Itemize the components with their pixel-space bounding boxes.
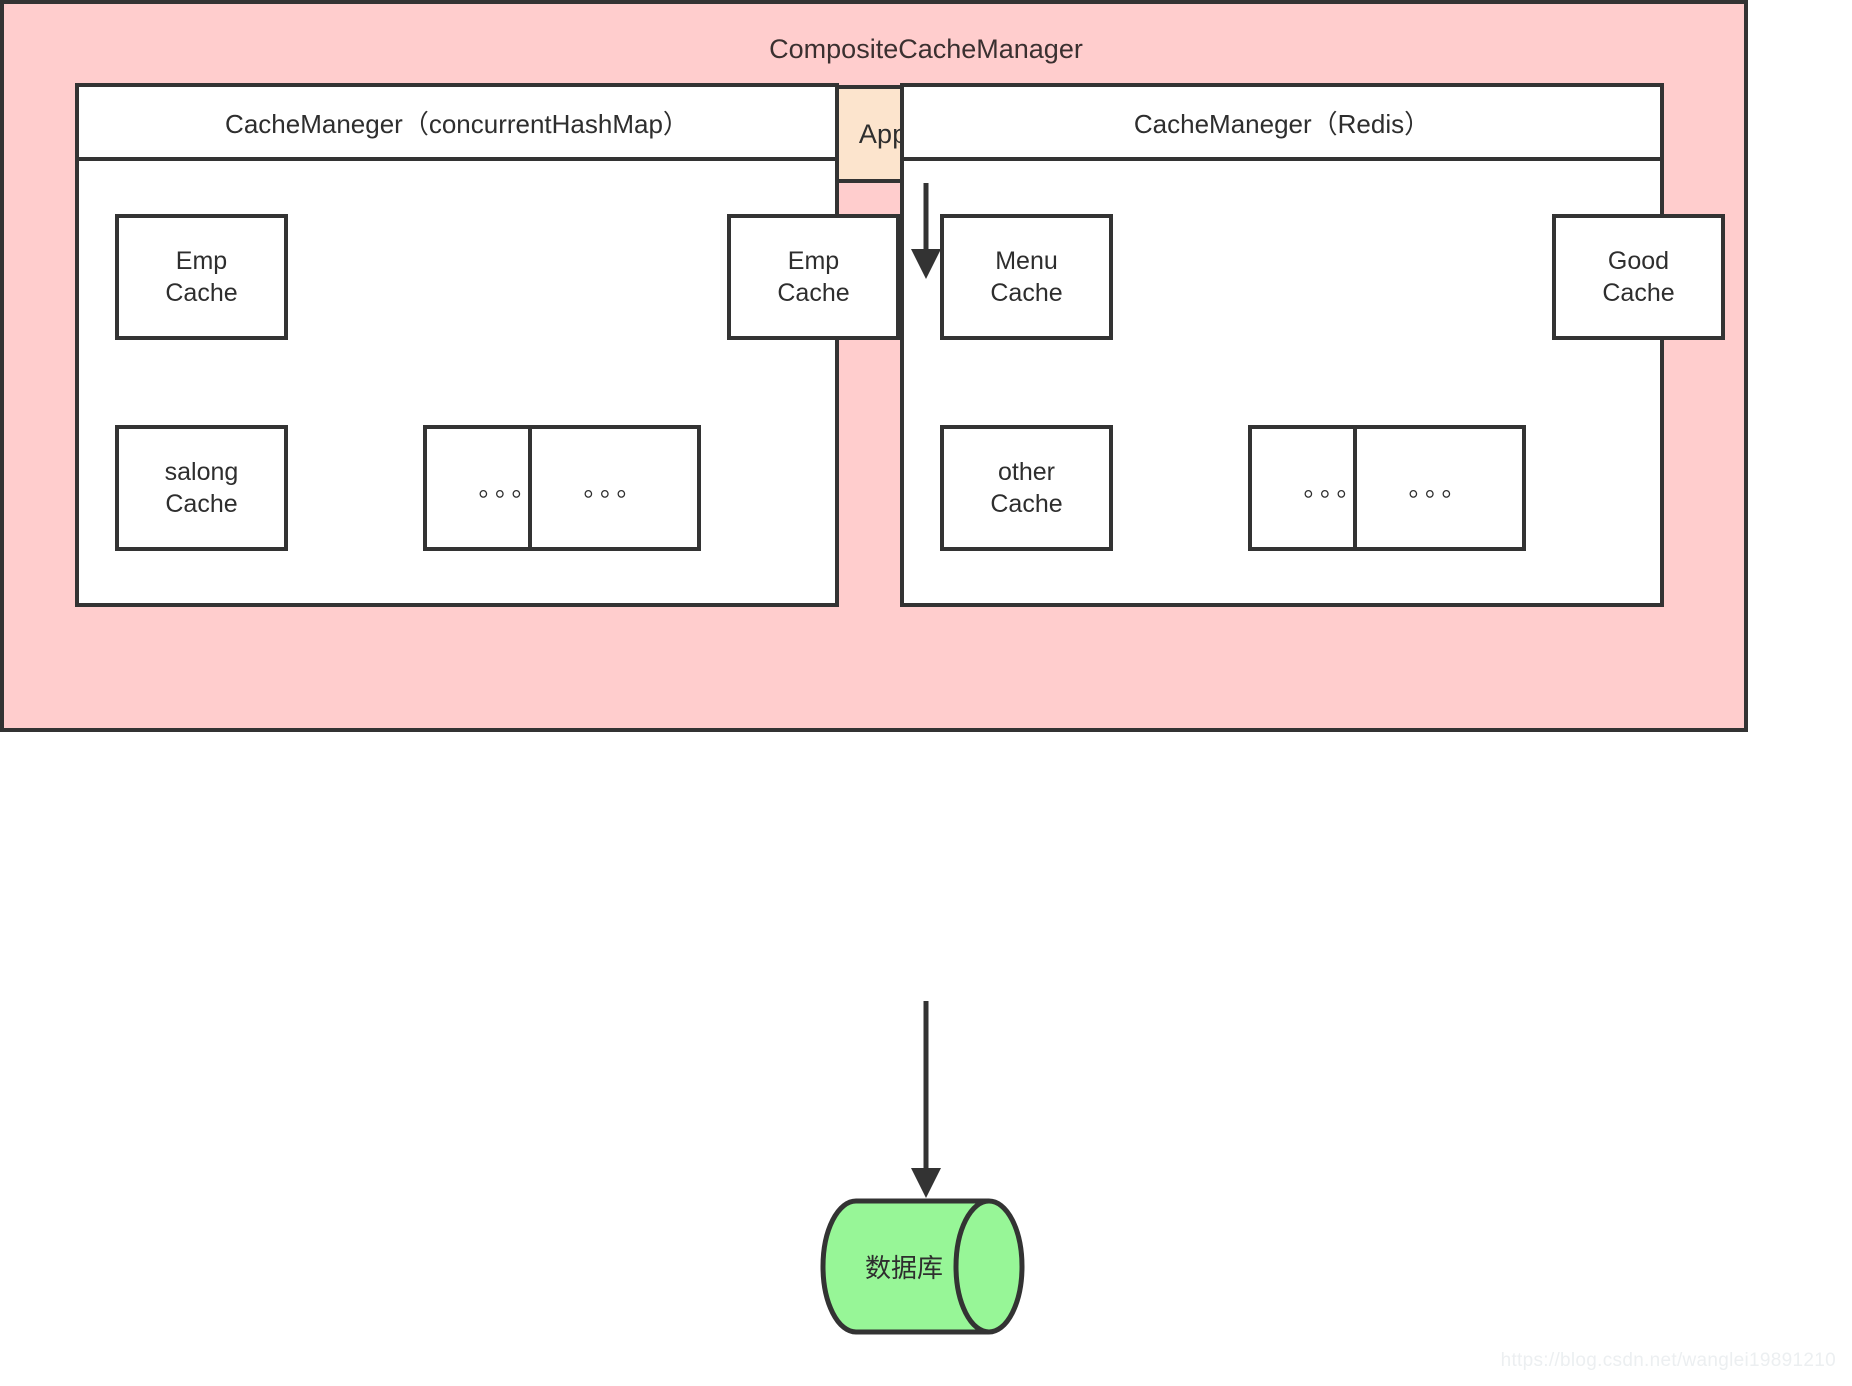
cache-box-ellipsis-chm-2[interactable]: 。。。 xyxy=(528,425,701,551)
cache-box-ellipsis-redis-2[interactable]: 。。。 xyxy=(1353,425,1526,551)
database-node[interactable]: 数据库 xyxy=(820,1198,1025,1335)
cache-box-other[interactable]: other Cache xyxy=(940,425,1113,551)
cache-box-good[interactable]: Good Cache xyxy=(1552,214,1725,340)
cache-manager-redis-body: Menu Cache Good Cache other Cache 。。。 。。… xyxy=(904,161,1725,603)
cache-box-salong[interactable]: salong Cache xyxy=(115,425,288,551)
cache-manager-concurrenthashmap-header: CacheManeger（concurrentHashMap） xyxy=(79,87,835,161)
database-label: 数据库 xyxy=(864,1253,943,1283)
cache-manager-redis-header: CacheManeger（Redis） xyxy=(904,87,1660,161)
cache-box-menu[interactable]: Menu Cache xyxy=(940,214,1113,340)
arrow-composite-to-database xyxy=(911,1001,941,1198)
cache-manager-redis-panel[interactable]: CacheManeger（Redis） Menu Cache Good Cach… xyxy=(900,83,1725,607)
cache-box-emp-1[interactable]: Emp Cache xyxy=(115,214,288,340)
composite-cache-manager-title: CompositeCacheManager xyxy=(769,34,1083,64)
watermark: https://blog.csdn.net/wanglei19891210 xyxy=(1500,1350,1836,1371)
diagram-canvas: Application CompositeCacheManager CacheM… xyxy=(0,0,1852,1386)
cache-manager-concurrenthashmap-body: Emp Cache Emp Cache salong Cache 。。。 。。。 xyxy=(79,161,900,603)
cache-box-emp-2[interactable]: Emp Cache xyxy=(727,214,900,340)
cache-manager-concurrenthashmap-panel[interactable]: CacheManeger（concurrentHashMap） Emp Cach… xyxy=(75,83,900,607)
